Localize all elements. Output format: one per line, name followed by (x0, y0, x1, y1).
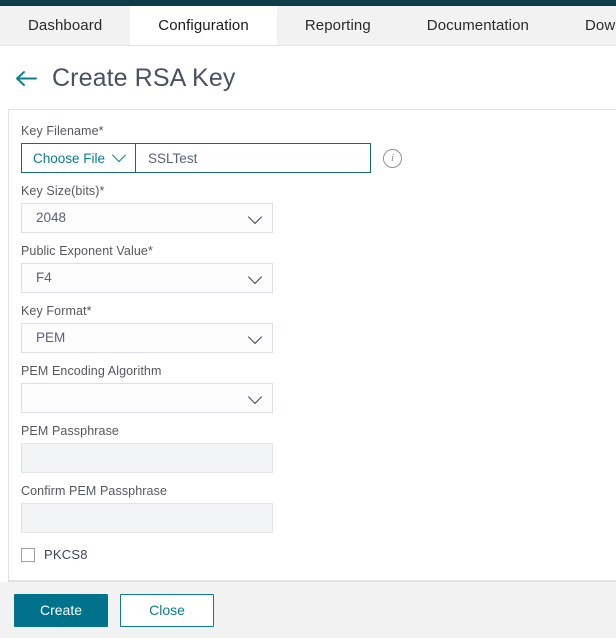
pkcs8-row[interactable]: PKCS8 (21, 547, 616, 562)
key-size-label: Key Size(bits)* (21, 184, 616, 198)
close-button[interactable]: Close (120, 594, 214, 627)
form-actions-footer: Create Close (0, 582, 616, 638)
card-divider (9, 580, 616, 581)
pkcs8-label: PKCS8 (44, 547, 88, 562)
public-exponent-label: Public Exponent Value* (21, 244, 616, 258)
choose-file-label: Choose File (33, 151, 105, 166)
field-public-exponent: Public Exponent Value* F4 (21, 244, 616, 293)
create-button[interactable]: Create (14, 594, 108, 627)
chevron-down-icon (112, 148, 126, 162)
key-filename-label: Key Filename* (21, 124, 616, 138)
field-key-size: Key Size(bits)* 2048 (21, 184, 616, 233)
confirm-pem-passphrase-label: Confirm PEM Passphrase (21, 484, 616, 498)
key-format-select-wrap: PEM (21, 323, 273, 353)
key-filename-row: Choose File i (21, 143, 616, 173)
pem-encoding-algorithm-select-wrap (21, 383, 273, 413)
field-key-filename: Key Filename* Choose File i (21, 124, 616, 173)
key-filename-input-group: Choose File (21, 143, 371, 173)
back-arrow-icon[interactable] (14, 69, 40, 89)
choose-file-button[interactable]: Choose File (22, 144, 136, 172)
key-size-select-wrap: 2048 (21, 203, 273, 233)
page-title: Create RSA Key (52, 64, 235, 93)
pem-encoding-algorithm-select[interactable] (21, 383, 273, 413)
field-key-format: Key Format* PEM (21, 304, 616, 353)
key-format-label: Key Format* (21, 304, 616, 318)
tab-label: Dow (585, 17, 615, 34)
pem-encoding-algorithm-label: PEM Encoding Algorithm (21, 364, 616, 378)
tab-configuration[interactable]: Configuration (130, 6, 277, 45)
key-format-select[interactable]: PEM (21, 323, 273, 353)
tab-label: Documentation (427, 17, 529, 34)
confirm-pem-passphrase-input[interactable] (21, 503, 273, 533)
tab-label: Dashboard (28, 17, 102, 34)
create-rsa-key-card: Key Filename* Choose File i Key Size(bit… (8, 109, 616, 582)
form-body: Key Filename* Choose File i Key Size(bit… (9, 110, 616, 580)
pem-passphrase-input[interactable] (21, 443, 273, 473)
tab-label: Reporting (305, 17, 371, 34)
tab-documentation[interactable]: Documentation (399, 6, 557, 45)
key-filename-input[interactable] (136, 144, 370, 172)
main-tab-bar: Dashboard Configuration Reporting Docume… (0, 6, 616, 46)
tab-dashboard[interactable]: Dashboard (0, 6, 130, 45)
public-exponent-select-wrap: F4 (21, 263, 273, 293)
field-pem-passphrase: PEM Passphrase (21, 424, 616, 473)
pkcs8-checkbox[interactable] (21, 548, 35, 562)
field-pem-encoding-algorithm: PEM Encoding Algorithm (21, 364, 616, 413)
field-confirm-pem-passphrase: Confirm PEM Passphrase (21, 484, 616, 533)
tab-reporting[interactable]: Reporting (277, 6, 399, 45)
pem-passphrase-label: PEM Passphrase (21, 424, 616, 438)
tab-label: Configuration (158, 17, 249, 34)
page-header: Create RSA Key (0, 46, 616, 109)
info-icon[interactable]: i (383, 149, 402, 168)
public-exponent-select[interactable]: F4 (21, 263, 273, 293)
tab-downloads[interactable]: Dow (557, 6, 616, 45)
key-size-select[interactable]: 2048 (21, 203, 273, 233)
